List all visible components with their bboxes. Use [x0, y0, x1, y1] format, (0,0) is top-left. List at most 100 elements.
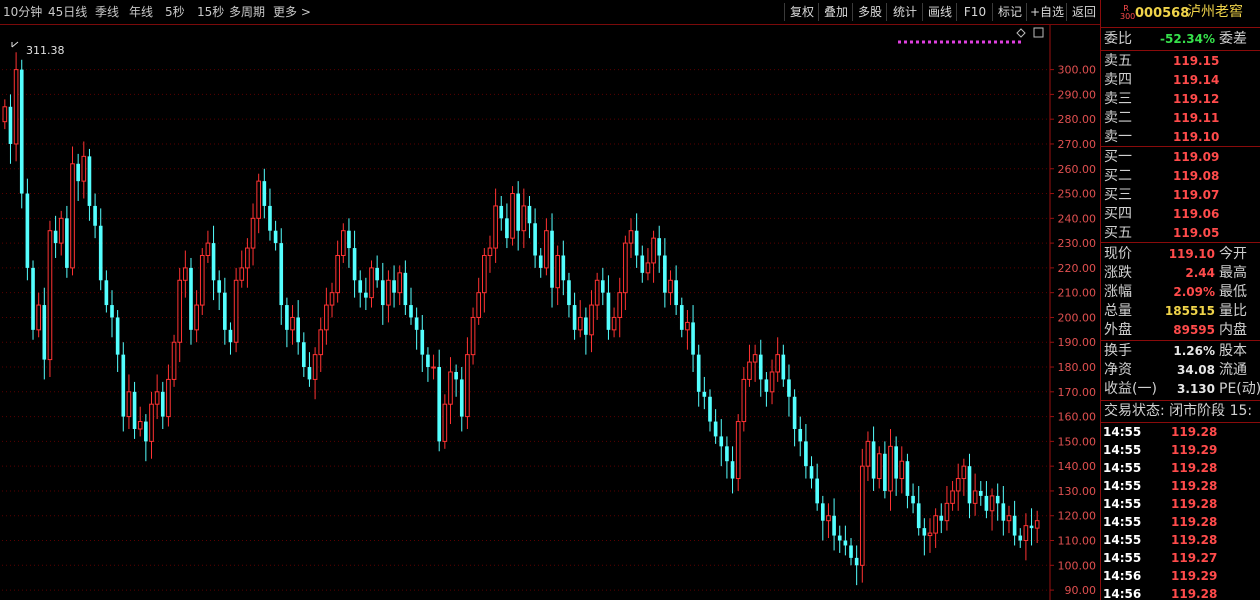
- axis-tick-label: 280.00: [1058, 113, 1097, 126]
- period-15sec[interactable]: 15秒: [197, 4, 224, 20]
- multi-stock-button[interactable]: 多股: [852, 3, 887, 21]
- candle-body-down: [787, 379, 791, 397]
- stat-row: 涨幅 2.09% 最低: [1101, 283, 1260, 302]
- period-year[interactable]: 年线: [129, 4, 153, 20]
- sell-row[interactable]: 卖一 119.10: [1101, 128, 1260, 147]
- candle-body-down: [459, 379, 464, 417]
- fuquan-button[interactable]: 复权: [784, 3, 819, 21]
- tick-time: 14:55: [1103, 425, 1142, 439]
- add-watchlist-button[interactable]: +自选: [1026, 3, 1067, 21]
- stat-row: 现价 119.10 今开: [1101, 245, 1260, 264]
- sell-level-label: 卖四: [1104, 72, 1132, 88]
- candle-body-down: [978, 490, 983, 496]
- candle-body-down: [1012, 515, 1017, 536]
- candle-body-up: [955, 478, 961, 492]
- candle-body-up: [651, 237, 656, 264]
- stat-right-label: 最高: [1219, 265, 1247, 281]
- candle-body-down: [217, 280, 222, 293]
- candle-body-down: [307, 367, 312, 380]
- tick-time: 14:55: [1103, 479, 1142, 493]
- period-5sec[interactable]: 5秒: [165, 4, 185, 20]
- draw-line-button[interactable]: 画线: [922, 3, 957, 21]
- axis-tick-label: 300.00: [1058, 64, 1097, 77]
- candle-body-up: [668, 279, 673, 294]
- buy-row[interactable]: 买三 119.07: [1101, 186, 1260, 205]
- candle-body-down: [815, 478, 819, 504]
- period-quarter[interactable]: 季线: [95, 4, 119, 20]
- candle-body-up: [747, 361, 752, 380]
- sell-row[interactable]: 卖四 119.14: [1101, 71, 1260, 90]
- kline-chart[interactable]: 300.00 290.00 280.00 270.00 260.00 250.00 240.…: [0, 25, 1100, 600]
- period-45day[interactable]: 45日线: [48, 4, 87, 20]
- sell-row[interactable]: 卖三 119.12: [1101, 90, 1260, 109]
- tick-time: 14:55: [1103, 533, 1142, 547]
- candle-body-up: [623, 242, 628, 294]
- candle-body-up: [927, 532, 933, 537]
- stat-label: 外盘: [1104, 322, 1132, 338]
- candle-body-down: [189, 267, 193, 330]
- buy-row[interactable]: 买四 119.06: [1101, 205, 1260, 224]
- buy-price: 119.06: [1173, 207, 1220, 221]
- candle-body-up: [685, 321, 690, 331]
- candle-body-down: [832, 515, 836, 536]
- tick-row: 14:56 119.28: [1101, 585, 1260, 600]
- candlestick-series: [2, 52, 1040, 586]
- candle-body-up: [989, 495, 995, 512]
- candle-body-up: [865, 440, 871, 467]
- candle-body-down: [837, 535, 842, 541]
- stat-label: 收益(一): [1104, 381, 1157, 397]
- candle-body-up: [1006, 515, 1012, 522]
- candle-body-up: [577, 316, 583, 331]
- candle-body-up: [58, 217, 64, 244]
- period-more[interactable]: 更多 >: [273, 4, 311, 20]
- candle-body-up: [137, 421, 143, 430]
- candle-body-up: [1034, 520, 1040, 529]
- sell-row[interactable]: 卖二 119.11: [1101, 109, 1260, 128]
- candle-body-up: [166, 378, 171, 418]
- stat-value: 3.130: [1177, 382, 1215, 396]
- axis-tick-label: 270.00: [1058, 138, 1097, 151]
- f10-button[interactable]: F10: [956, 3, 993, 21]
- candle-body-down: [132, 391, 137, 429]
- statistics-button[interactable]: 统计: [886, 3, 923, 21]
- candle-body-down: [1018, 535, 1023, 541]
- tick-row: 14:55 119.28: [1101, 459, 1260, 478]
- candle-body-down: [211, 243, 216, 281]
- candle-body-down: [160, 391, 165, 417]
- tick-price: 119.28: [1171, 479, 1218, 493]
- buy-row[interactable]: 买二 119.08: [1101, 167, 1260, 186]
- tick-price: 119.28: [1171, 515, 1218, 529]
- axis-tick-label: 240.00: [1058, 212, 1097, 225]
- candle-body-down: [809, 466, 814, 479]
- chart-corner-buttons[interactable]: [1016, 27, 1044, 38]
- candle-body-down: [854, 557, 859, 566]
- candle-body-down: [8, 106, 13, 144]
- mark-button[interactable]: 标记: [992, 3, 1027, 21]
- period-multi[interactable]: 多周期: [229, 4, 265, 20]
- candle-body-down: [674, 280, 678, 306]
- candle-body-down: [409, 305, 413, 318]
- candle-body-up: [442, 403, 448, 442]
- sell-row[interactable]: 卖五 119.15: [1101, 52, 1260, 71]
- stock-code: 000568: [1135, 6, 1190, 21]
- stat-right-label: PE(动): [1219, 381, 1260, 397]
- back-button[interactable]: 返回: [1066, 3, 1101, 21]
- axis-tick-label: 100.00: [1058, 559, 1097, 572]
- axis-tick-label: 160.00: [1058, 411, 1097, 424]
- buy-row[interactable]: 买一 119.09: [1101, 148, 1260, 167]
- candle-body-down: [223, 292, 227, 330]
- max-price-marker: 311.38: [11, 41, 65, 57]
- stat-right-label: 股本: [1219, 343, 1247, 359]
- stat-right-label: 流通: [1219, 362, 1247, 378]
- axis-tick-label: 130.00: [1058, 485, 1097, 498]
- candle-body-down: [347, 230, 351, 249]
- candle-body-up: [149, 403, 154, 442]
- buy-row[interactable]: 买五 119.05: [1101, 224, 1260, 243]
- overlay-button[interactable]: 叠加: [818, 3, 853, 21]
- candle-body-up: [245, 247, 250, 269]
- period-10min[interactable]: 10分钟: [3, 4, 42, 20]
- candle-body-down: [584, 317, 588, 335]
- candle-body-down: [228, 329, 233, 343]
- tick-time: 14:55: [1103, 515, 1142, 529]
- candle-body-down: [984, 495, 989, 511]
